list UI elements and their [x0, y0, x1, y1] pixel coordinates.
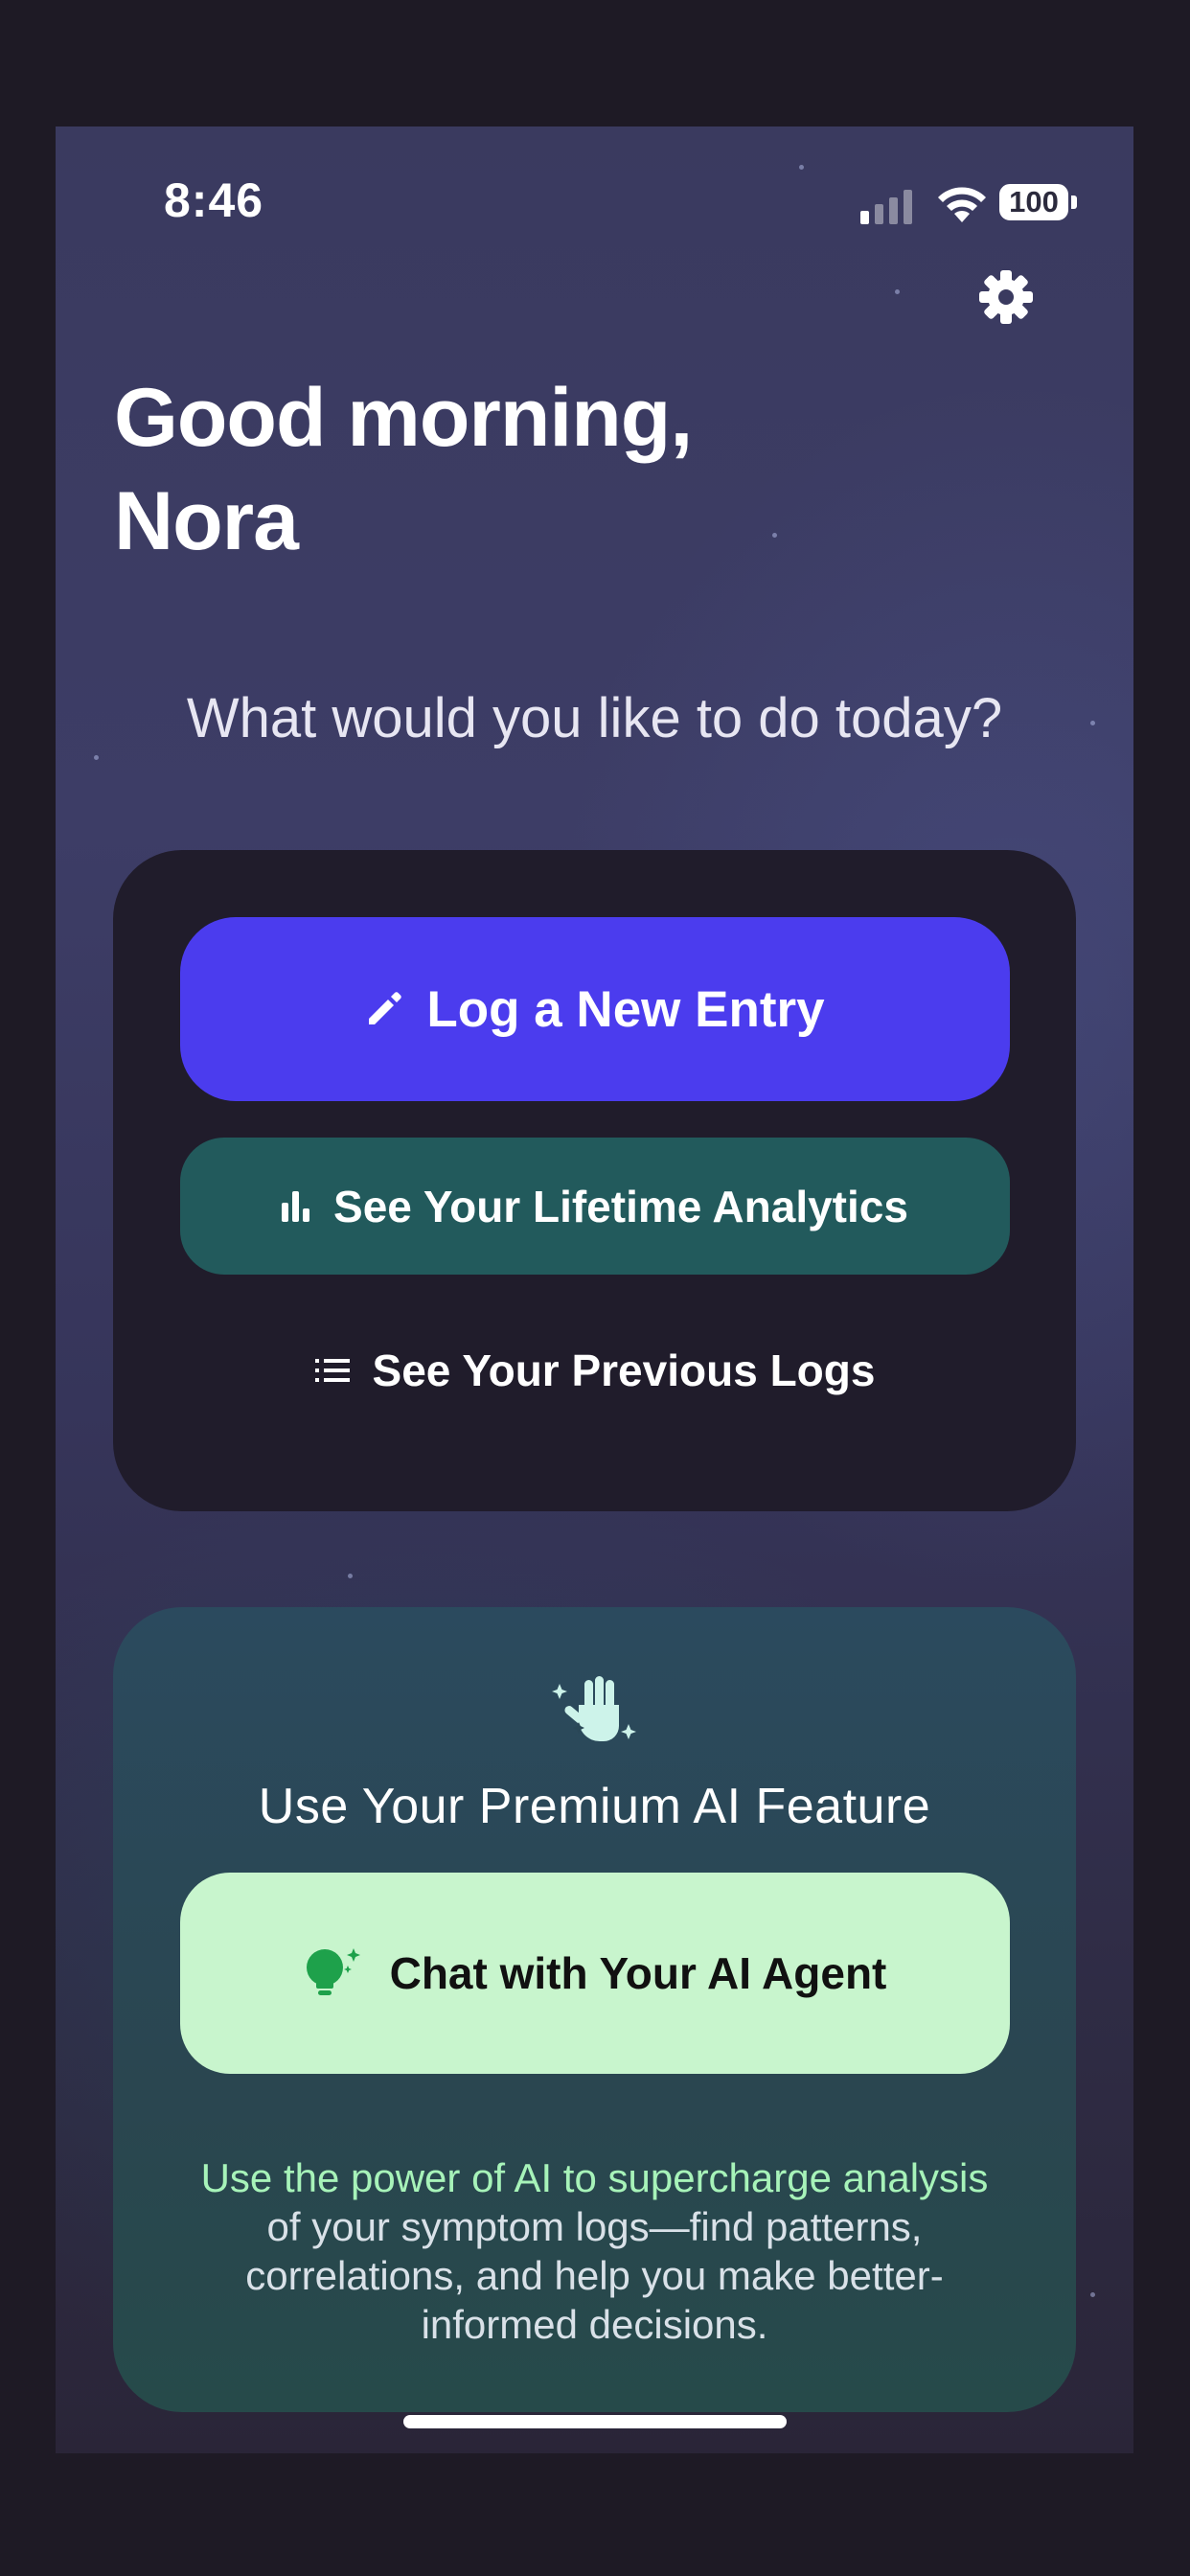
ai-feature-title: Use Your Premium AI Feature — [258, 1779, 931, 1834]
lightbulb-sparkle-icon — [306, 1948, 360, 1995]
lifetime-analytics-label: See Your Lifetime Analytics — [333, 1181, 908, 1231]
chat-ai-agent-label: Chat with Your AI Agent — [389, 1948, 887, 1998]
ai-feature-description: Use the power of AI to supercharge analy… — [171, 2153, 1018, 2349]
actions-card: Log a New Entry See Your Lifetime Analyt… — [113, 850, 1076, 1511]
user-name: Nora — [114, 475, 299, 567]
bar-chart-icon — [282, 1190, 310, 1222]
ai-description-highlight: Use the power of AI to supercharge analy… — [200, 2155, 989, 2200]
cellular-signal-icon — [860, 190, 912, 224]
ai-description-text: of your symptom logs—find patterns, corr… — [245, 2204, 944, 2347]
background-star — [895, 289, 900, 294]
battery-icon: 100 — [999, 184, 1078, 224]
chat-ai-agent-button[interactable]: Chat with Your AI Agent — [180, 1873, 1010, 2074]
background-star — [799, 165, 804, 170]
app-screen: 8:46 100 Good morning, Nora What would y… — [56, 126, 1133, 2453]
prompt-text: What would you like to do today? — [186, 687, 1003, 749]
greeting-line: Good morning, — [114, 372, 693, 464]
gear-icon[interactable] — [975, 266, 1037, 328]
background-star — [348, 1574, 353, 1578]
home-indicator[interactable] — [403, 2415, 787, 2428]
list-icon — [314, 1358, 350, 1382]
log-new-entry-button[interactable]: Log a New Entry — [180, 917, 1010, 1101]
background-star — [1090, 2292, 1095, 2297]
log-new-entry-label: Log a New Entry — [426, 980, 825, 1038]
wifi-icon — [938, 187, 986, 222]
status-time: 8:46 — [164, 173, 264, 227]
ai-feature-card: Use Your Premium AI Feature Chat with Yo… — [113, 1607, 1076, 2412]
greeting-heading: Good morning, Nora — [114, 366, 881, 573]
lifetime-analytics-button[interactable]: See Your Lifetime Analytics — [180, 1138, 1010, 1275]
previous-logs-button[interactable]: See Your Previous Logs — [180, 1310, 1010, 1430]
sparkle-hand-icon — [552, 1676, 636, 1741]
pencil-icon — [369, 992, 402, 1024]
battery-level: 100 — [1009, 185, 1059, 218]
previous-logs-label: See Your Previous Logs — [372, 1345, 876, 1395]
background-star — [94, 755, 99, 760]
